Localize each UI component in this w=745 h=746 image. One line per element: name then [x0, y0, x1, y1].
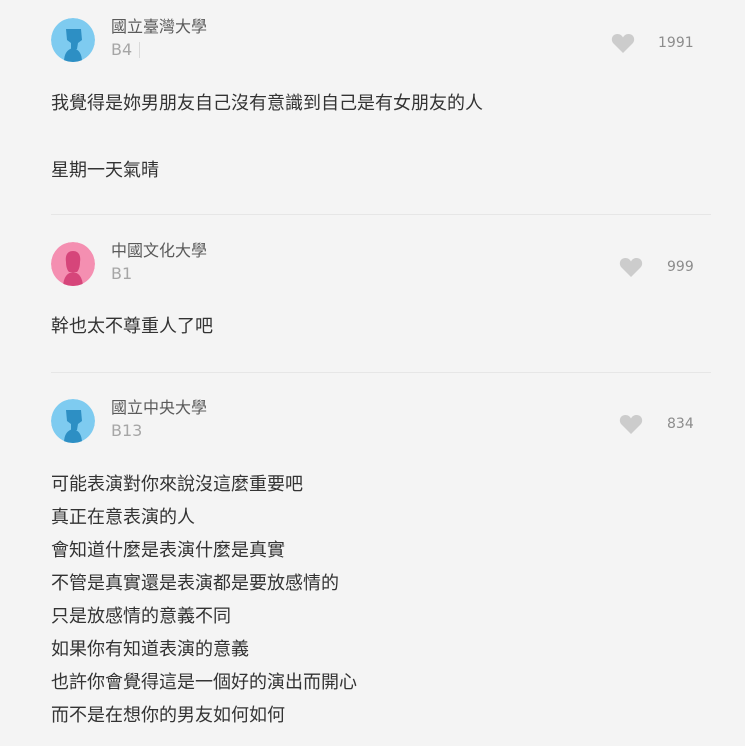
- comment-text-line: 我覺得是妳男朋友自己沒有意識到自己是有女朋友的人: [51, 93, 483, 114]
- female-avatar-icon[interactable]: [51, 242, 95, 286]
- floor-number: B4: [111, 40, 133, 59]
- comment-text-line: 只是放感情的意義不同: [51, 606, 231, 627]
- comment-text-line: 也許你會覺得這是一個好的演出而開心: [51, 672, 357, 693]
- comment-text-line: 真正在意表演的人: [51, 507, 195, 528]
- like-count: 1991: [658, 35, 694, 51]
- male-avatar-icon[interactable]: [51, 18, 95, 62]
- floor-number: B1: [111, 264, 133, 283]
- heart-icon[interactable]: [619, 413, 643, 435]
- comment-text-line: 如果你有知道表演的意義: [51, 639, 249, 660]
- comment-divider: [51, 372, 711, 373]
- author-school: 國立中央大學: [111, 398, 208, 417]
- comment-text-line: 而不是在想你的男友如何如何: [51, 705, 285, 726]
- comment-divider: [51, 214, 711, 215]
- comment-text-line: 會知道什麼是表演什麼是真實: [51, 540, 285, 561]
- comment-text-line: 幹也太不尊重人了吧: [51, 316, 213, 337]
- floor-row: B1: [111, 264, 132, 284]
- author-school: 中國文化大學: [111, 241, 208, 260]
- like-count: 834: [667, 416, 694, 432]
- floor-row: B4: [111, 40, 141, 60]
- floor-number: B13: [111, 421, 143, 440]
- comment-text-line: 不管是真實還是表演都是要放感情的: [51, 573, 339, 594]
- floor-divider: [139, 42, 141, 58]
- author-school: 國立臺灣大學: [111, 17, 208, 36]
- floor-row: B13: [111, 421, 142, 441]
- heart-icon[interactable]: [619, 256, 643, 278]
- comment-text-line: 可能表演對你來說沒這麼重要吧: [51, 474, 303, 495]
- heart-icon[interactable]: [611, 32, 635, 54]
- like-count: 999: [667, 259, 694, 275]
- male-avatar-icon[interactable]: [51, 399, 95, 443]
- comment-text-line: 星期一天氣晴: [51, 160, 159, 181]
